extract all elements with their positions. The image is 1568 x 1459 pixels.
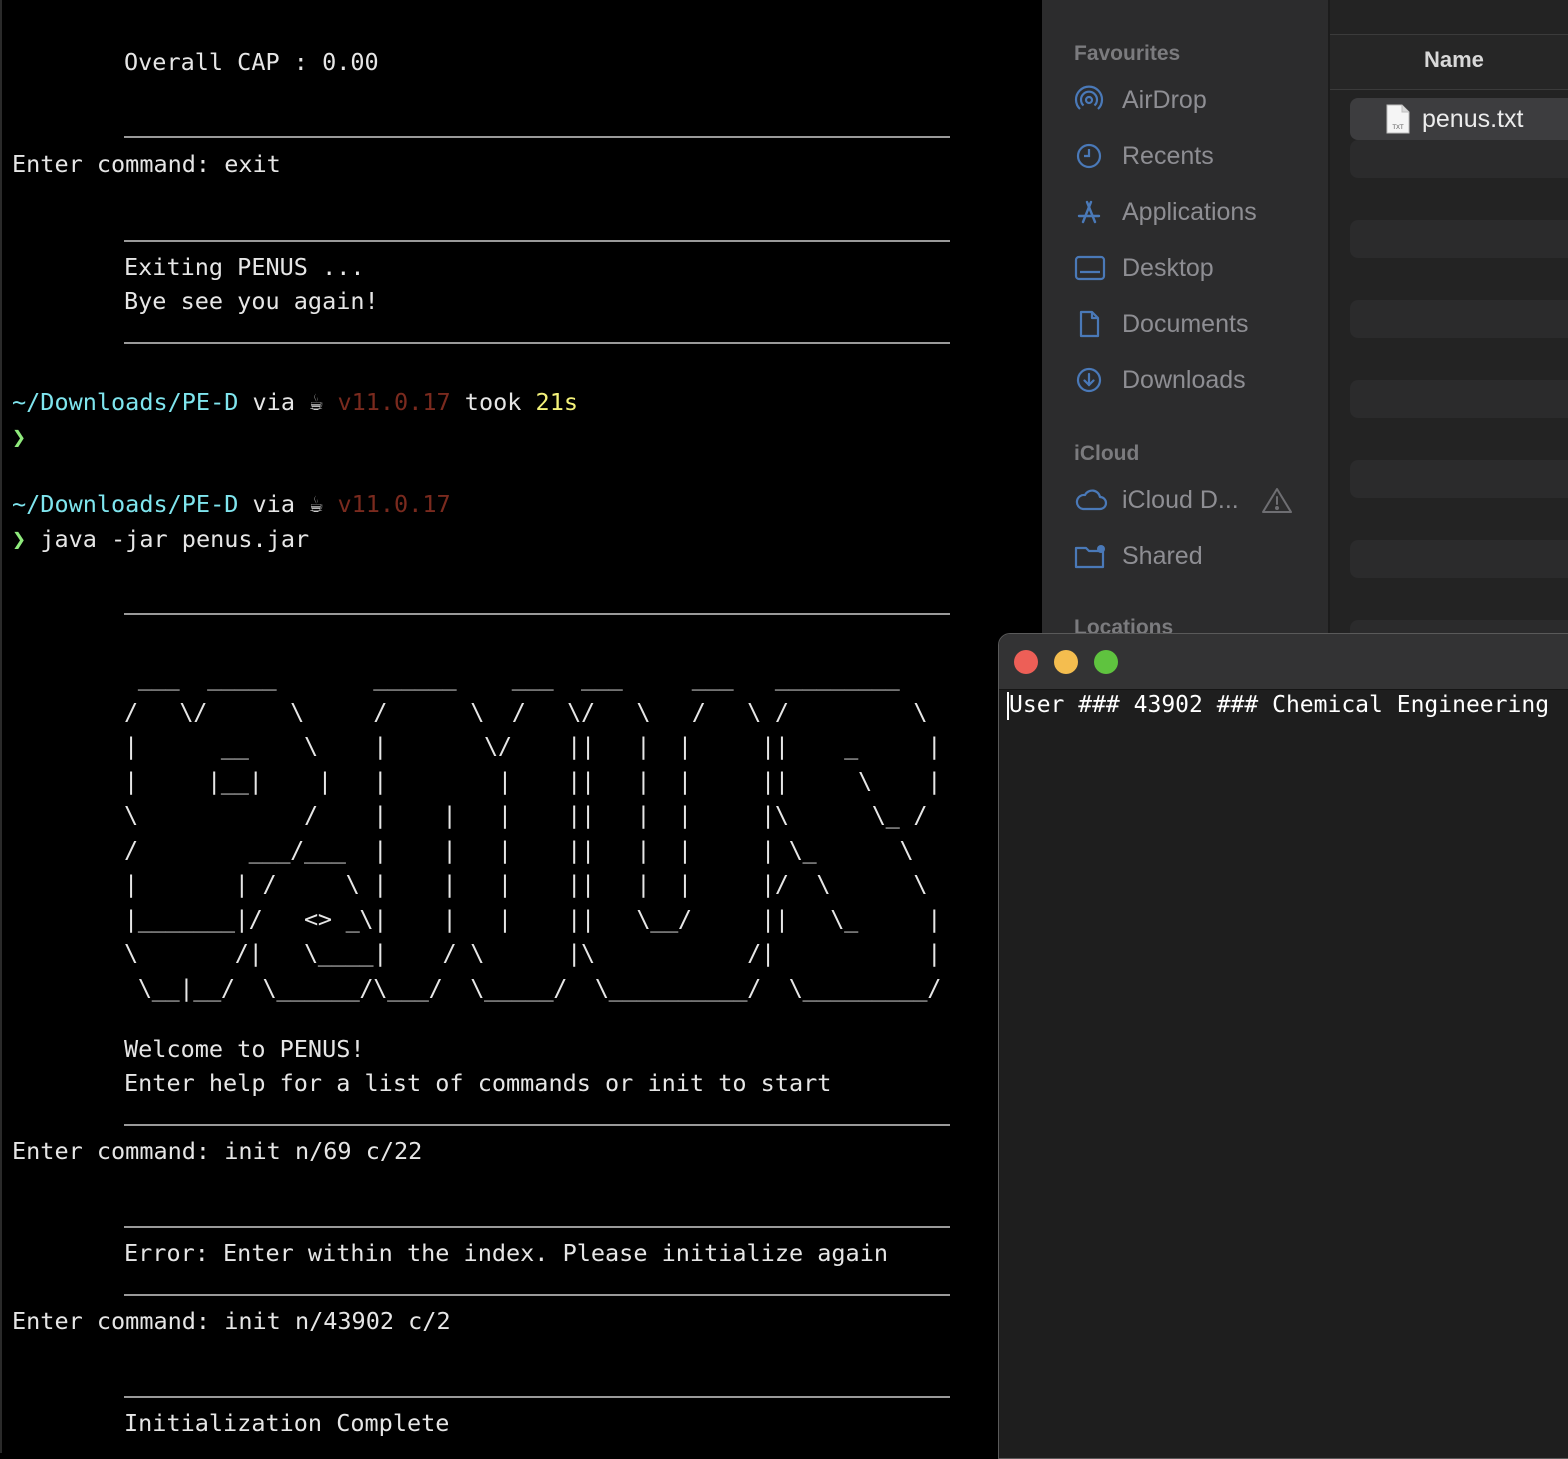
window-titlebar[interactable] [999,634,1568,690]
sidebar-item-label: Desktop [1122,253,1214,282]
empty-row [1350,460,1568,498]
divider [124,613,950,615]
divider [124,1294,950,1296]
prompt-path: ~/Downloads/PE-D [12,388,239,416]
command-text: java -jar penus.jar [40,525,310,553]
textedit-window[interactable]: User ### 43902 ### Chemical Engineering [998,633,1568,1459]
divider [124,342,950,344]
empty-row [1350,540,1568,578]
sidebar-item-label: AirDrop [1122,85,1207,114]
sidebar-item-label: Documents [1122,309,1249,338]
empty-row [1350,300,1568,338]
empty-row [1350,220,1568,258]
sidebar-item-label: Downloads [1122,365,1246,394]
desktop-icon [1074,253,1110,283]
java-icon: ☕ [309,388,324,416]
help-hint: Enter help for a list of commands or ini… [124,1069,832,1097]
sidebar-item-desktop[interactable]: Desktop [1074,248,1324,288]
minimize-button[interactable] [1054,650,1078,674]
document-text[interactable]: User ### 43902 ### Chemical Engineering [1009,688,1549,722]
sidebar-item-applications[interactable]: Applications [1074,192,1324,232]
favourites-heading: Favourites [1074,42,1181,65]
divider [124,240,950,242]
finder-sidebar: Favourites AirDrop Recents Applications … [1042,0,1330,634]
icloud-heading: iCloud [1074,442,1140,465]
java-icon: ☕ [309,490,324,518]
sidebar-item-airdrop[interactable]: AirDrop [1074,80,1324,120]
prompt-via: via [252,388,295,416]
cloud-icon [1074,485,1110,515]
applications-icon [1074,197,1110,227]
error-message: Error: Enter within the index. Please in… [124,1239,889,1267]
command-line-exit: Enter command: exit [12,150,281,178]
sidebar-item-label: Applications [1122,197,1257,226]
warning-icon [1261,486,1293,514]
exiting-message: Exiting PENUS ... [124,253,365,281]
sidebar-item-icloud-drive[interactable]: iCloud D... [1074,480,1324,520]
sidebar-item-downloads[interactable]: Downloads [1074,360,1324,400]
download-icon [1074,365,1110,395]
file-row-penus-txt[interactable]: TXT penus.txt [1350,98,1568,140]
empty-row [1350,380,1568,418]
divider [124,1226,950,1228]
text-caret [1007,692,1009,720]
finder-window: Favourites AirDrop Recents Applications … [1042,0,1568,634]
document-icon [1074,309,1110,339]
shell-prompt: ~/Downloads/PE-D via ☕ v11.0.17 [12,487,451,521]
locations-heading: Locations [1074,616,1174,634]
divider [124,1124,950,1126]
close-button[interactable] [1014,650,1038,674]
terminal-window[interactable]: Overall CAP : 0.00 Enter command: exit E… [0,0,1042,1453]
java-version: v11.0.17 [337,388,451,416]
init-complete-message: Initialization Complete [124,1409,450,1437]
prompt-via: via [252,490,295,518]
bye-message: Bye see you again! [124,287,379,315]
empty-row [1350,140,1568,178]
shell-prompt: ~/Downloads/PE-D via ☕ v11.0.17 took 21s [12,385,578,419]
clock-icon [1074,141,1110,171]
penus-ascii-logo: ___ _____ ______ ___ ___ ___ _________ /… [124,663,942,1002]
airdrop-icon [1074,85,1110,115]
command-line-init: Enter command: init n/69 c/22 [12,1137,423,1165]
command-line-java: ❯ java -jar penus.jar [12,522,309,556]
shared-folder-icon [1074,541,1110,571]
sidebar-item-label: iCloud D... [1122,485,1239,514]
java-version: v11.0.17 [337,490,451,518]
sidebar-item-label: Recents [1122,141,1214,170]
divider [124,136,950,138]
sidebar-item-documents[interactable]: Documents [1074,304,1324,344]
welcome-message: Welcome to PENUS! [124,1035,365,1063]
overall-cap-line: Overall CAP : 0.00 [124,48,379,76]
file-name: penus.txt [1422,104,1524,133]
file-badge: TXT [1392,125,1404,131]
list-header: Name [1330,34,1568,90]
prompt-symbol: ❯ [12,423,27,451]
command-line-init: Enter command: init n/43902 c/2 [12,1307,451,1335]
divider [124,1396,950,1398]
prompt-path: ~/Downloads/PE-D [12,490,239,518]
command-duration: 21s [535,388,578,416]
prompt-took: took [464,388,522,416]
column-header-name[interactable]: Name [1424,47,1484,73]
file-list: Name TXT penus.txt [1330,0,1568,634]
sidebar-item-shared[interactable]: Shared [1074,536,1324,576]
zoom-button[interactable] [1094,650,1118,674]
empty-row [1350,620,1568,634]
prompt-symbol: ❯ [12,525,27,553]
sidebar-item-label: Shared [1122,541,1203,570]
text-file-icon: TXT [1386,104,1410,134]
sidebar-item-recents[interactable]: Recents [1074,136,1324,176]
